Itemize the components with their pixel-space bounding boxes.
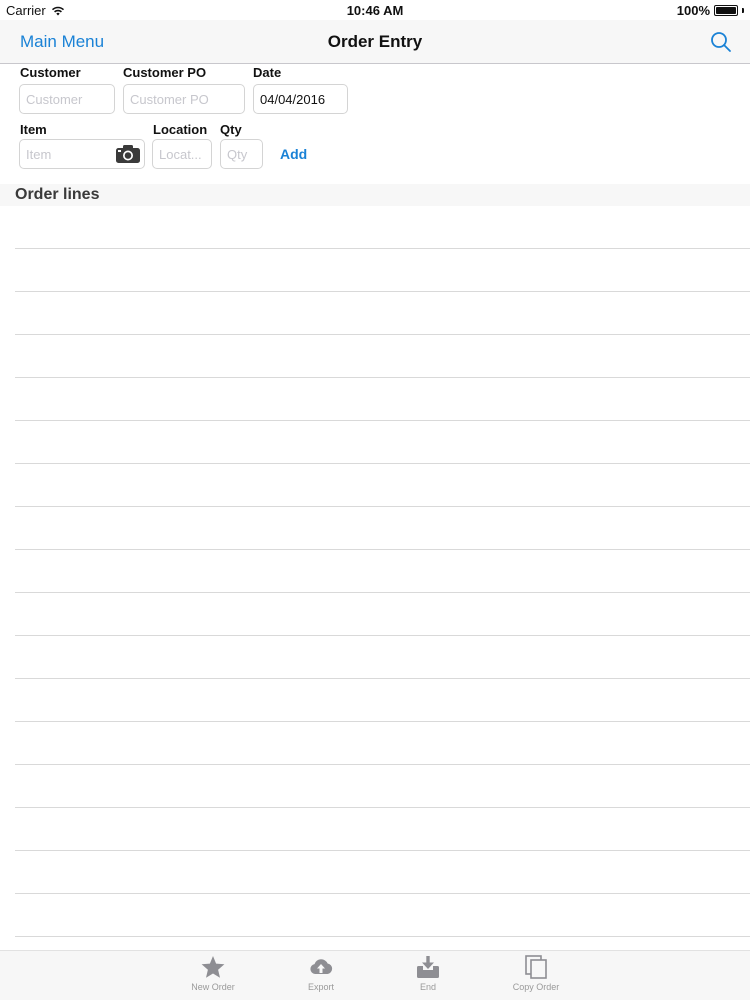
order-line-row[interactable] [15,851,750,894]
order-line-row[interactable] [15,679,750,722]
export-button[interactable]: Export [281,955,361,999]
new-order-label: New Order [191,982,235,992]
battery-nub [742,8,744,13]
customer-field[interactable] [19,84,115,114]
end-button[interactable]: End [388,955,468,999]
battery-indicator: 100% [677,3,744,18]
copy-order-label: Copy Order [512,982,560,992]
order-line-row[interactable] [15,507,750,550]
order-line-row[interactable] [15,636,750,679]
qty-field[interactable] [220,139,263,169]
order-entry-screen: Carrier 10:46 AM 100% Main Menu Order En… [0,0,750,1000]
star-icon [201,956,225,978]
inbox-download-icon [417,956,439,978]
cloud-upload-icon [310,959,333,974]
order-line-row[interactable] [15,421,750,464]
end-label: End [419,982,436,992]
date-field[interactable] [253,84,348,114]
qty-label: Qty [220,122,242,137]
customer-label: Customer [20,65,81,80]
new-order-button[interactable]: New Order [173,955,253,999]
navigation-bar: Main Menu Order Entry [0,20,750,64]
order-line-row[interactable] [15,550,750,593]
location-label: Location [153,122,208,137]
copy-order-button[interactable]: Copy Order [496,955,576,999]
order-lines-header: Order lines [0,184,750,206]
order-line-row[interactable] [15,378,750,421]
location-field[interactable] [152,139,212,169]
order-line-row[interactable] [15,765,750,808]
order-line-row[interactable] [15,464,750,507]
copy-icon [525,955,547,979]
order-line-row[interactable] [15,593,750,636]
order-lines-title: Order lines [15,186,100,203]
export-label: Export [307,982,334,992]
search-icon[interactable] [708,29,734,55]
date-label: Date [253,65,282,80]
customer-po-label: Customer PO [123,65,207,80]
battery-percent: 100% [676,3,710,18]
add-button[interactable]: Add [280,146,307,162]
order-line-row[interactable] [15,808,750,851]
item-label: Item [20,122,47,137]
battery-icon [714,5,738,16]
order-line-row[interactable] [15,206,750,249]
order-line-row[interactable] [15,292,750,335]
order-lines-list[interactable] [0,206,750,950]
order-line-row[interactable] [15,335,750,378]
toolbar: New Order Export End Copy Order [0,950,750,1000]
camera-icon[interactable] [115,144,141,164]
page-title: Order Entry [327,32,423,51]
battery-level-fill [716,7,736,14]
clock: 10:46 AM [346,3,404,18]
order-line-row[interactable] [15,894,750,937]
order-line-row[interactable] [15,249,750,292]
customer-po-field[interactable] [123,84,245,114]
order-line-row[interactable] [15,722,750,765]
status-bar: Carrier 10:46 AM 100% [0,0,750,20]
main-menu-button[interactable]: Main Menu [20,32,104,52]
